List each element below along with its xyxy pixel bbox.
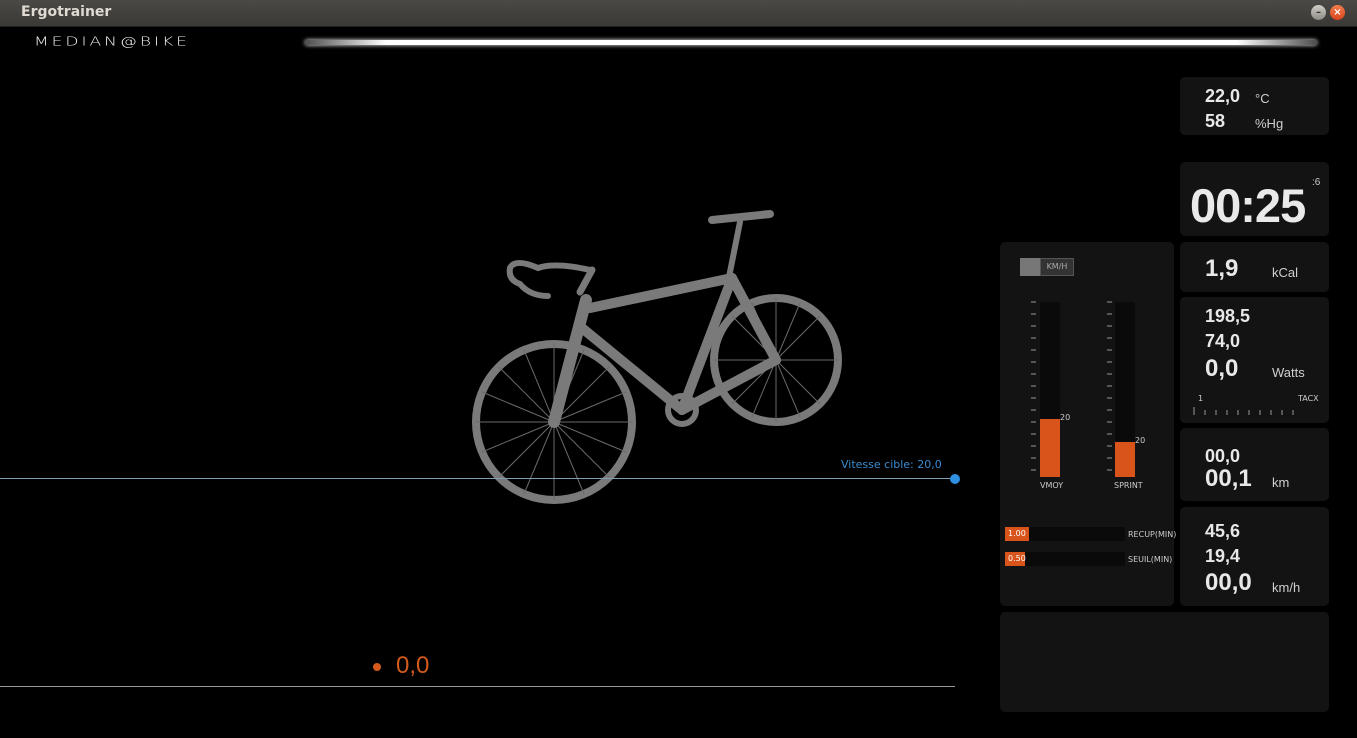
header-glow-bar <box>305 40 1317 45</box>
calories-value: 1,9 <box>1205 255 1239 282</box>
vmoy-label: VMOY <box>1040 481 1064 490</box>
speed-unit: km/h <box>1272 580 1301 595</box>
power-unit: Watts <box>1272 365 1305 380</box>
target-speed-label: Vitesse cible: 20,0 <box>841 458 942 471</box>
power-scale-start: 1 <box>1198 394 1204 403</box>
distance-panel <box>1180 428 1329 501</box>
speed-avg: 19,4 <box>1205 546 1241 566</box>
humidity-unit: %Hg <box>1255 116 1284 131</box>
current-speed-value: 0,0 <box>396 652 430 679</box>
vmoy-bar-fill <box>1040 419 1060 477</box>
power-max: 198,5 <box>1205 306 1251 326</box>
sprint-bar-value: 20 <box>1135 436 1146 445</box>
info-panel <box>1000 612 1329 712</box>
elapsed-seconds: :6 <box>1312 177 1321 188</box>
seuil-label: SEUIL(MIN) <box>1128 555 1173 564</box>
distance-top: 00,0 <box>1205 446 1241 466</box>
power-scale-label: TACX <box>1298 394 1319 403</box>
vmoy-scale-ticks <box>1031 301 1036 471</box>
target-speed-marker[interactable] <box>950 474 960 484</box>
bicycle-image <box>472 210 842 504</box>
window-title: Ergotrainer <box>21 4 112 20</box>
unit-toggle-switch[interactable] <box>1020 258 1040 276</box>
calories-panel <box>1180 242 1329 292</box>
humidity-value: 58 <box>1205 111 1226 131</box>
brand-logo: MEDIAN@BIKE <box>34 34 190 49</box>
power-scale-ticks <box>1193 407 1294 415</box>
close-button[interactable]: × <box>1330 5 1345 20</box>
sprint-label: SPRINT <box>1114 481 1143 490</box>
minimize-button[interactable]: – <box>1311 5 1326 20</box>
baseline <box>0 686 955 687</box>
unit-toggle-label[interactable]: KM/H <box>1040 258 1074 276</box>
elapsed-time: 00:25 <box>1190 179 1306 232</box>
temperature-unit: °C <box>1255 91 1270 106</box>
power-current: 0,0 <box>1205 355 1239 382</box>
temperature-value: 22,0 <box>1205 86 1241 106</box>
sprint-bar-fill <box>1115 442 1135 477</box>
distance-unit: km <box>1272 475 1290 490</box>
vmoy-bar-value: 20 <box>1060 413 1071 422</box>
speed-marker <box>373 663 381 671</box>
speed-max: 45,6 <box>1205 521 1241 541</box>
recup-bar-fill: 1.00 <box>1005 527 1029 541</box>
sprint-scale-ticks <box>1107 301 1112 471</box>
seuil-bar-fill: 0.50 <box>1005 552 1026 566</box>
distance-value: 00,1 <box>1205 465 1252 492</box>
speed-current: 00,0 <box>1205 569 1252 596</box>
recup-label: RECUP(MIN) <box>1128 530 1177 539</box>
title-bar: Ergotrainer – × <box>0 0 1357 27</box>
calories-unit: kCal <box>1272 265 1299 280</box>
target-speed-line <box>0 478 955 479</box>
power-avg: 74,0 <box>1205 331 1241 351</box>
speed-panel <box>1180 507 1329 606</box>
